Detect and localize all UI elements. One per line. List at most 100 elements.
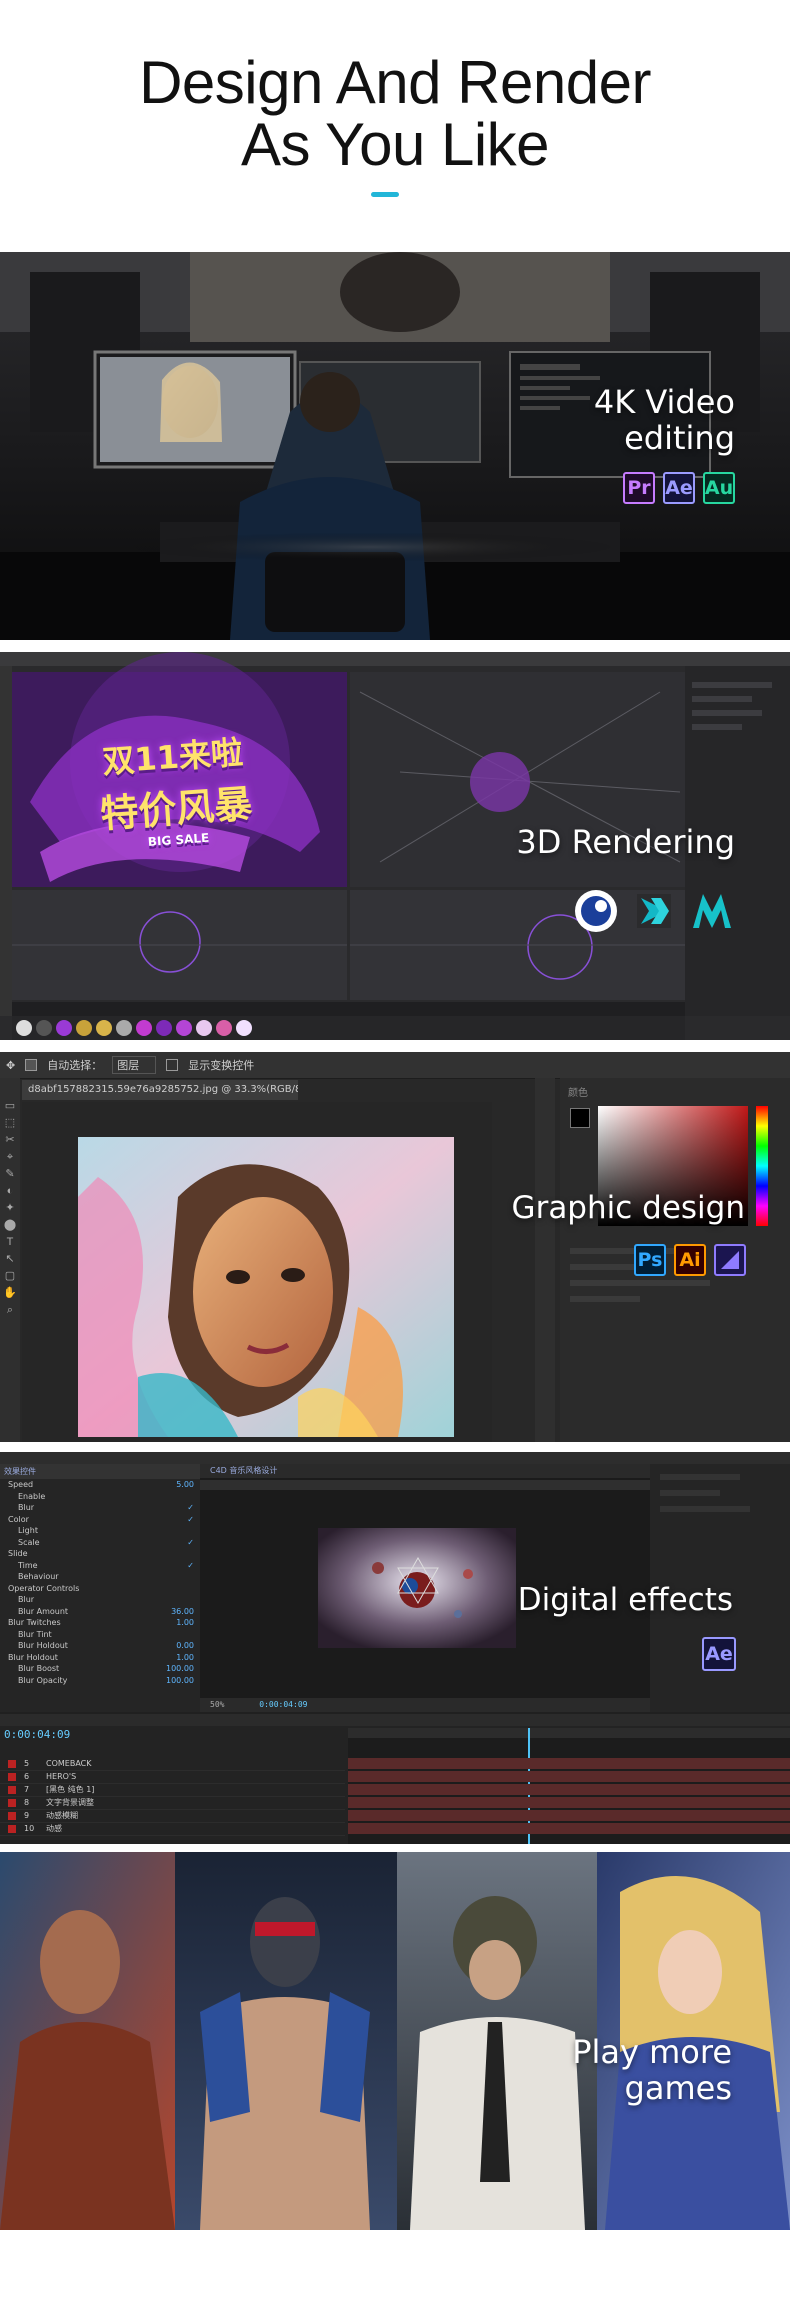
effect-property-value[interactable]: 0.00 [176, 1640, 194, 1652]
effect-property-value[interactable]: 5.00 [176, 1479, 194, 1491]
effect-property-name: Speed [8, 1480, 34, 1489]
effect-property-name: Blur Holdout [8, 1652, 58, 1662]
effect-property-row[interactable]: Blur Holdout 0.00 [0, 1640, 200, 1652]
timeline-layer-row[interactable]: 9 动感模糊 [0, 1810, 345, 1823]
layer-number: 10 [24, 1824, 35, 1833]
effect-property-value[interactable]: 100.00 [166, 1663, 194, 1675]
document-tab[interactable]: d8abf157882315.59e76a9285752.jpg @ 33.3%… [22, 1080, 298, 1100]
effect-property-row[interactable]: Blur Amount 36.00 [0, 1606, 200, 1618]
effect-property-row[interactable]: Scale ✓ [0, 1537, 200, 1549]
hue-slider[interactable] [756, 1106, 768, 1226]
effect-properties-list: Speed 5.00 Enable Blur ✓ Color ✓ Light Scale ✓ Sli… [0, 1479, 200, 1686]
tools-panel: ▭ ⬚ ✂ ⌖ ✎ ◐ ✦ ⬤ T ↖ ▢ ✋ ⌕ [0, 1078, 20, 1442]
timeline-track-bar[interactable] [348, 1810, 790, 1821]
comp-timecode[interactable]: 0:00:04:09 [259, 1700, 307, 1709]
show-transform-label: 显示变换控件 [188, 1059, 255, 1072]
effect-property-row[interactable]: Blur Holdout 1.00 [0, 1652, 200, 1664]
timeline-timecode[interactable]: 0:00:04:09 [4, 1728, 70, 1741]
effect-property-value[interactable]: ✓ [187, 1537, 194, 1549]
page-title: Design And Render As You Like [0, 52, 790, 176]
effect-property-row[interactable]: Blur Tint [0, 1629, 200, 1641]
timeline-layer-row[interactable]: 10 动感 [0, 1823, 345, 1836]
effect-property-row[interactable]: Enable [0, 1491, 200, 1503]
premiere-pro-icon: Pr [623, 472, 655, 504]
3dsmax-icon [637, 894, 671, 928]
auto-select-checkbox[interactable] [25, 1059, 38, 1071]
effect-property-name: Blur Twitches [8, 1618, 61, 1627]
timeline-track-bar[interactable] [348, 1784, 790, 1795]
effect-property-row[interactable]: Time ✓ [0, 1560, 200, 1572]
layer-name: 动感 [46, 1824, 62, 1833]
effect-property-name: Color [8, 1514, 29, 1524]
portrait-artwork [78, 1137, 454, 1437]
foreground-color-swatch[interactable] [570, 1108, 590, 1128]
effect-property-name: Light [18, 1526, 38, 1535]
video-caption-line-1: 4K Video [593, 383, 735, 421]
tool-icons[interactable]: ▭ ⬚ ✂ ⌖ ✎ ◐ ✦ ⬤ T ↖ ▢ ✋ ⌕ [0, 1078, 20, 1319]
show-transform-checkbox[interactable] [166, 1059, 179, 1071]
timeline-layer-row[interactable]: 5 COMEBACK [0, 1758, 345, 1771]
3d-rendering-panel: 双11来啦 特价风暴 BIG SALE 3D Rendering [0, 652, 790, 1040]
timeline-track-bar[interactable] [348, 1823, 790, 1834]
effect-property-name: Slide [8, 1549, 28, 1558]
effect-property-row[interactable]: Blur Opacity 100.00 [0, 1675, 200, 1687]
comp-tab[interactable]: C4D 音乐风格设计 [200, 1464, 650, 1478]
effect-property-row[interactable]: Blur ✓ [0, 1502, 200, 1514]
material-tray [12, 1016, 685, 1040]
video-caption: 4K Video editing [594, 384, 735, 456]
effect-property-row[interactable]: Behaviour [0, 1571, 200, 1583]
layer-list: 5 COMEBACK 6 HERO'S 7 [黑色 纯色 1] 8 文字背景调整 9 动感模糊 10… [0, 1758, 345, 1836]
effect-property-name: Operator Controls [8, 1583, 80, 1593]
effect-property-row[interactable]: Speed 5.00 [0, 1479, 200, 1491]
layer-name: 动感模糊 [46, 1811, 78, 1820]
comp-ruler [200, 1480, 650, 1490]
effect-property-value[interactable]: 36.00 [171, 1606, 194, 1618]
games-caption: Play more games [572, 2034, 732, 2106]
layer-name: [黑色 纯色 1] [46, 1785, 95, 1794]
timeline-track-bar[interactable] [348, 1797, 790, 1808]
timeline-layer-row[interactable]: 7 [黑色 纯色 1] [0, 1784, 345, 1797]
layer-label-color [8, 1812, 16, 1820]
effect-property-row[interactable]: Blur Boost 100.00 [0, 1663, 200, 1675]
timeline-track-bar[interactable] [348, 1758, 790, 1769]
timeline-layer-row[interactable]: 6 HERO'S [0, 1771, 345, 1784]
cinema4d-icon [575, 890, 617, 932]
effect-property-name: Blur Boost [18, 1664, 60, 1673]
graphic-caption: Graphic design [511, 1190, 745, 1226]
effect-property-value[interactable]: ✓ [187, 1502, 194, 1514]
title-line-1: Design And Render [139, 49, 651, 116]
effect-property-name: Behaviour [18, 1572, 59, 1581]
zoom-level[interactable]: 50% [210, 1700, 224, 1709]
effect-property-name: Blur Holdout [18, 1641, 68, 1650]
layer-number: 8 [24, 1798, 30, 1807]
effect-property-row[interactable]: Blur [0, 1594, 200, 1606]
timeline-track-bar[interactable] [348, 1771, 790, 1782]
illustrator-icon: Ai [674, 1244, 706, 1276]
effect-property-row[interactable]: Light [0, 1525, 200, 1537]
color-panel-title: 颜色 [568, 1088, 588, 1099]
effect-property-value[interactable]: 1.00 [176, 1652, 194, 1664]
effect-property-value[interactable]: ✓ [187, 1560, 194, 1572]
auto-select-dropdown[interactable]: 图层 [112, 1056, 157, 1074]
timeline-layer-row[interactable]: 8 文字背景调整 [0, 1797, 345, 1810]
render-caption: 3D Rendering [516, 823, 735, 861]
page-footer-space [0, 2230, 790, 2303]
move-tool-icon[interactable]: ✥ [6, 1059, 15, 1072]
layer-label-color [8, 1825, 16, 1833]
effect-property-value[interactable]: 1.00 [176, 1617, 194, 1629]
effect-property-row[interactable]: Operator Controls [0, 1583, 200, 1595]
effect-property-value[interactable]: 100.00 [166, 1675, 194, 1687]
layer-name: 文字背景调整 [46, 1798, 94, 1807]
effect-property-value[interactable]: ✓ [187, 1514, 194, 1526]
effects-app-badges: Ae [702, 1637, 736, 1671]
effect-property-row[interactable]: Color ✓ [0, 1514, 200, 1526]
effect-property-row[interactable]: Slide [0, 1548, 200, 1560]
effect-controls-panel: 效果控件 Speed 5.00 Enable Blur ✓ Color ✓ Light Scal… [0, 1464, 200, 1712]
graphic-design-panel: ✥ 自动选择： 图层 显示变换控件 d8abf157882315.59e76a9… [0, 1052, 790, 1442]
layer-number: 5 [24, 1759, 30, 1768]
after-effects-icon: Ae [663, 472, 695, 504]
layer-label-color [8, 1786, 16, 1794]
effect-property-name: Blur Amount [18, 1606, 69, 1616]
effect-property-row[interactable]: Blur Twitches 1.00 [0, 1617, 200, 1629]
effect-property-name: Time [18, 1560, 38, 1570]
